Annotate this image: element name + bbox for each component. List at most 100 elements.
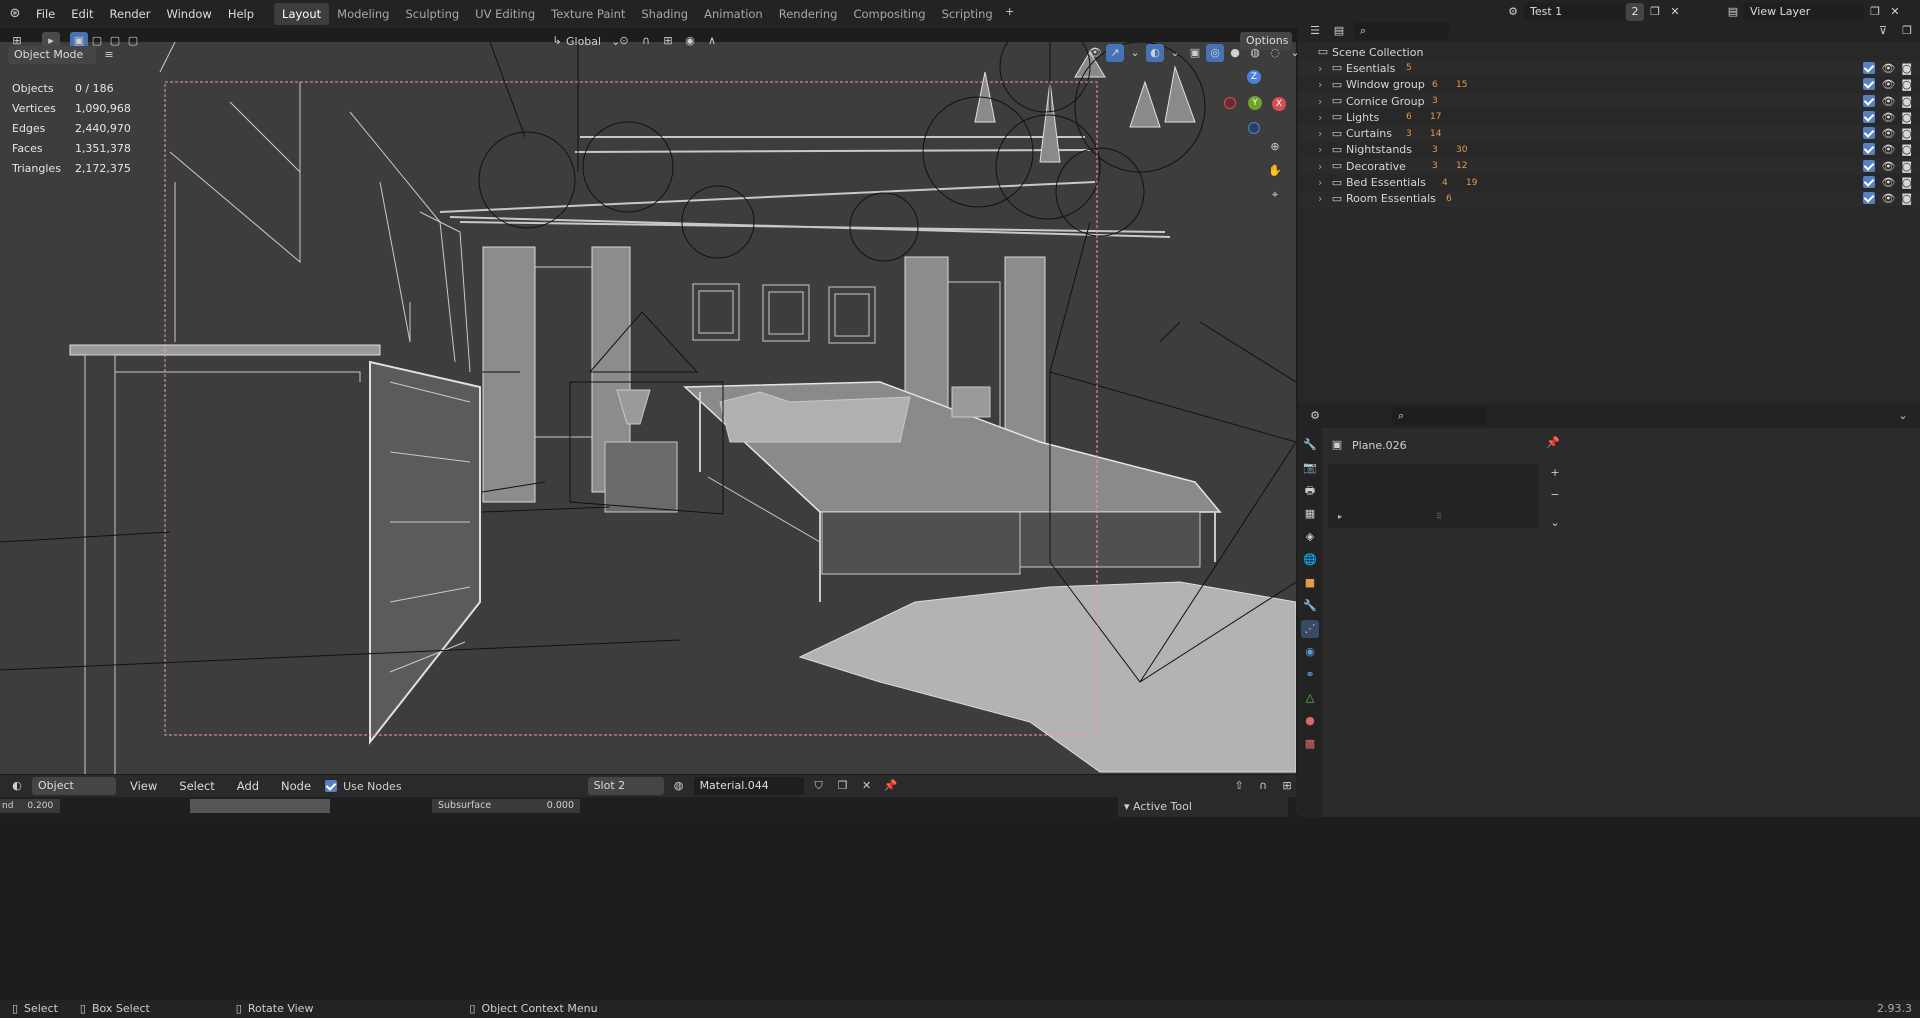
outliner-search-input[interactable]: ⌕	[1354, 22, 1449, 40]
output-tab-icon[interactable]: 🖶	[1301, 482, 1319, 500]
outliner-row-esentials[interactable]: › ▭ Esentials 5 👁 ◙	[1298, 60, 1920, 77]
camera-icon[interactable]: ◙	[1901, 78, 1912, 91]
eye-icon[interactable]: 👁	[1881, 78, 1895, 91]
proportional-icon[interactable]: ◉	[681, 32, 699, 50]
outliner-row-decorative[interactable]: › ▭ Decorative 3 12 👁 ◙	[1298, 158, 1920, 175]
tab-scripting[interactable]: Scripting	[934, 3, 1001, 25]
eye-icon[interactable]: 👁	[1881, 95, 1895, 108]
outliner-row-room-essentials[interactable]: › ▭ Room Essentials 6 👁 ◙	[1298, 190, 1920, 207]
include-checkbox[interactable]	[1863, 143, 1876, 156]
select-intersect-icon[interactable]: ▢	[124, 32, 142, 50]
eye-icon[interactable]: 👁	[1881, 127, 1895, 140]
outliner-root-row[interactable]: ▭ Scene Collection	[1298, 44, 1920, 60]
eye-icon[interactable]: 👁	[1881, 192, 1895, 205]
tab-layout[interactable]: Layout	[274, 3, 330, 25]
expand-arrow-icon[interactable]: ›	[1318, 143, 1328, 156]
tab-shading[interactable]: Shading	[633, 3, 696, 25]
outliner-row-cornice-group[interactable]: › ▭ Cornice Group 3 👁 ◙	[1298, 92, 1920, 110]
filter-icon[interactable]: ⊽	[1874, 22, 1892, 40]
overlay-toggle-icon[interactable]: ◐	[1146, 44, 1164, 62]
material-browse-icon[interactable]: ◍	[670, 777, 688, 795]
hamburger-menu-icon[interactable]: ≡	[100, 46, 118, 64]
include-checkbox[interactable]	[1863, 78, 1876, 91]
node-canvas[interactable]: nd 0.200 Subsurface 0.000 ▾ Active Tool	[0, 797, 1296, 817]
editor-type-icon[interactable]: ◐	[8, 777, 26, 795]
camera-icon[interactable]: ◙	[1901, 160, 1912, 173]
menu-node[interactable]: Node	[273, 775, 319, 797]
expand-arrow-icon[interactable]: ›	[1318, 62, 1328, 75]
properties-editor-icon[interactable]: ⚙	[1306, 407, 1324, 425]
expand-arrow-icon[interactable]: ›	[1318, 160, 1328, 173]
parent-node-tree-icon[interactable]: ⇧	[1230, 777, 1248, 795]
duplicate-view-layer-icon[interactable]: ❐	[1866, 3, 1884, 21]
gizmo-chevron-icon[interactable]: ⌄	[1126, 44, 1144, 62]
menu-window[interactable]: Window	[158, 3, 219, 25]
subsurface-field[interactable]: Subsurface 0.000	[432, 799, 580, 813]
tab-texture-paint[interactable]: Texture Paint	[543, 3, 633, 25]
include-checkbox[interactable]	[1863, 176, 1876, 189]
eye-icon[interactable]: 👁	[1881, 62, 1895, 75]
eye-icon[interactable]: 👁	[1881, 176, 1895, 189]
close-view-layer-icon[interactable]: ✕	[1886, 3, 1904, 21]
menu-help[interactable]: Help	[220, 3, 262, 25]
include-checkbox[interactable]	[1863, 159, 1876, 172]
menu-select[interactable]: Select	[171, 775, 222, 797]
camera-icon[interactable]: ◙	[1901, 62, 1912, 75]
snap-mode-icon[interactable]: ⊞	[1278, 777, 1296, 795]
outliner-row-window-group[interactable]: › ▭ Window group 6 15 👁 ◙	[1298, 77, 1920, 93]
outliner-row-nightstands[interactable]: › ▭ Nightstands 3 30 👁 ◙	[1298, 142, 1920, 158]
overlay-chevron-icon[interactable]: ⌄	[1166, 44, 1184, 62]
solid-shading-icon[interactable]: ●	[1226, 44, 1244, 62]
new-collection-icon[interactable]: ❐	[1898, 22, 1916, 40]
expand-arrow-icon[interactable]: ›	[1318, 111, 1328, 124]
visibility-icon[interactable]: 👁	[1086, 44, 1104, 62]
tool-tab-icon[interactable]: 🔧	[1301, 436, 1319, 454]
3d-viewport[interactable]: Objects 0 / 186 Vertices 1,090,968 Edges 2,…	[0, 42, 1296, 774]
camera-icon[interactable]: ◙	[1901, 127, 1912, 140]
gizmo-y-axis[interactable]: Y	[1248, 96, 1262, 110]
object-tab-icon[interactable]: ■	[1301, 574, 1319, 592]
tab-compositing[interactable]: Compositing	[845, 3, 933, 25]
scene-users-count[interactable]: 2	[1626, 3, 1644, 21]
expand-arrow-icon[interactable]: ›	[1318, 127, 1328, 140]
gizmo-neg-z[interactable]	[1248, 122, 1260, 134]
expand-arrow-icon[interactable]: ›	[1318, 192, 1328, 205]
xray-icon[interactable]: ▣	[1186, 44, 1204, 62]
gizmo-neg-x[interactable]	[1224, 97, 1236, 109]
camera-icon[interactable]: ◙	[1901, 143, 1912, 156]
material-tab-icon[interactable]: ●	[1301, 712, 1319, 730]
tab-animation[interactable]: Animation	[696, 3, 771, 25]
wireframe-shading-icon[interactable]: ◎	[1206, 44, 1224, 62]
shader-type-dropdown[interactable]: Object	[32, 777, 116, 795]
material-name-field[interactable]: Material.044	[693, 777, 804, 795]
display-mode-icon[interactable]: ▤	[1330, 22, 1348, 40]
eye-icon[interactable]: 👁	[1881, 111, 1895, 124]
gizmo-z-axis[interactable]: Z	[1247, 70, 1261, 84]
data-tab-icon[interactable]: △	[1301, 689, 1319, 707]
pin-icon[interactable]: 📌	[882, 777, 900, 795]
include-checkbox[interactable]	[1863, 127, 1876, 140]
include-checkbox[interactable]	[1863, 110, 1876, 123]
duplicate-material-icon[interactable]: ❐	[834, 777, 852, 795]
tab-modeling[interactable]: Modeling	[329, 3, 397, 25]
camera-view-icon[interactable]: ⌖	[1266, 186, 1284, 204]
snap-grid-icon[interactable]: ⊞	[659, 32, 677, 50]
fake-user-icon[interactable]: ⛉	[810, 777, 828, 795]
outliner-row-curtains[interactable]: › ▭ Curtains 3 14 👁 ◙	[1298, 125, 1920, 142]
pivot-icon[interactable]: ⊙	[615, 32, 633, 50]
texture-tab-icon[interactable]: ▩	[1301, 735, 1319, 753]
properties-options-chevron-icon[interactable]: ⌄	[1894, 407, 1912, 425]
eye-icon[interactable]: 👁	[1881, 160, 1895, 173]
camera-icon[interactable]: ◙	[1901, 176, 1912, 189]
navigation-gizmo[interactable]: Z Y X	[1224, 70, 1286, 134]
world-tab-icon[interactable]: 🌐	[1301, 551, 1319, 569]
use-nodes-checkbox[interactable]	[325, 780, 338, 792]
resize-handle-icon[interactable]: ⠿	[1436, 512, 1442, 521]
view-layer-field[interactable]: View Layer	[1744, 3, 1864, 21]
expand-arrow-icon[interactable]: ▸	[1338, 512, 1342, 521]
menu-view[interactable]: View	[122, 775, 165, 797]
unlink-material-icon[interactable]: ✕	[858, 777, 876, 795]
expand-arrow-icon[interactable]: ›	[1318, 95, 1328, 108]
scene-icon[interactable]: ⚙	[1504, 3, 1522, 21]
snap-icon[interactable]: ∩	[1254, 777, 1272, 795]
